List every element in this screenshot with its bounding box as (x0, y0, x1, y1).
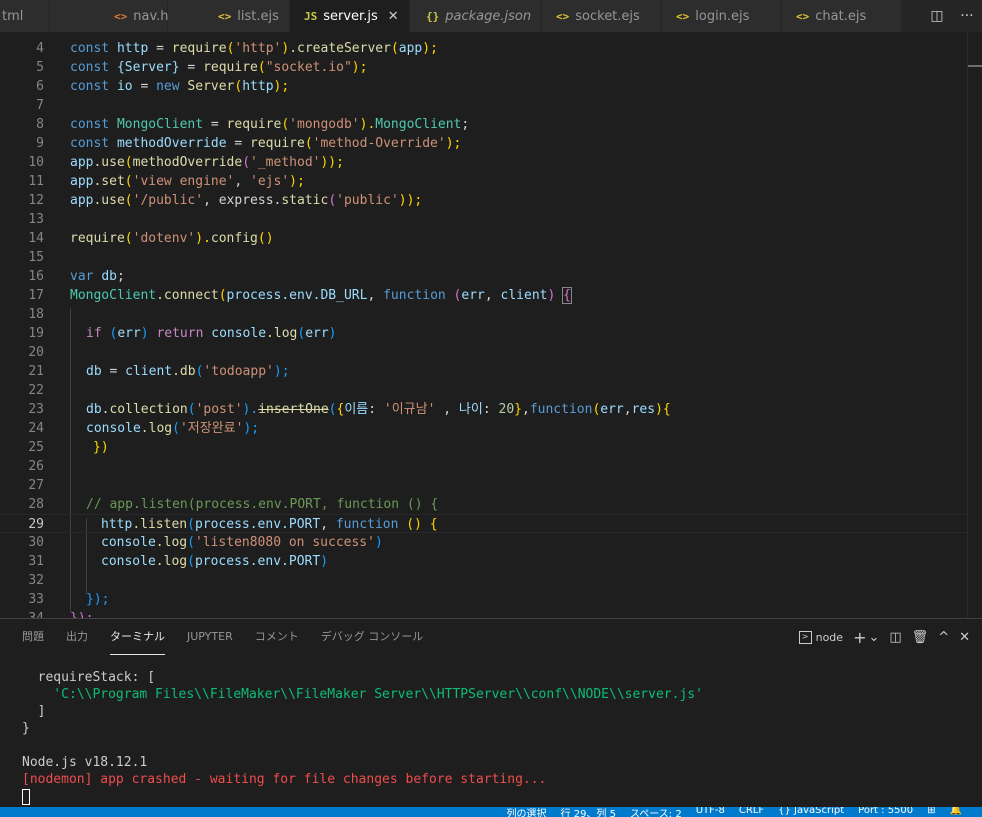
code-line: 8 const MongoClient = require('mongodb').… (36, 117, 470, 132)
tab-nav-html[interactable]: <> nav.html (50, 0, 190, 32)
tab-jupyter[interactable]: JUPYTER (187, 619, 233, 655)
code-editor[interactable]: 4 const http = require('http').createServ… (0, 32, 982, 618)
tab-comments[interactable]: コメント (255, 619, 299, 655)
code-line: 18 (28, 307, 44, 322)
tab-output[interactable]: 出力 (66, 619, 88, 655)
ejs-file-icon: <> (796, 9, 810, 23)
code-line: 30 console.log('listen8080 on success') (28, 535, 383, 550)
code-line: 27 (28, 478, 44, 493)
bottom-panel: 問題 出力 ターミナル JUPYTER コメント デバッグ コンソール > no… (0, 618, 982, 808)
ejs-file-icon: <> (218, 9, 232, 23)
add-terminal-icon[interactable]: + (853, 628, 866, 647)
tab-label: tml (2, 8, 24, 24)
panel-actions: > node + ⌄ ◫ 🗑 ^ ✕ (789, 619, 970, 655)
terminal-line: Node.js v18.12.1 (22, 755, 148, 770)
close-panel-icon[interactable]: ✕ (959, 630, 970, 645)
code-line: 19 if (err) return console.log(err) (28, 326, 337, 341)
code-line: 10 app.use(methodOverride('_method')); (28, 155, 344, 170)
editor-scrollbar[interactable] (967, 32, 982, 618)
tab-chat-ejs[interactable]: <> chat.ejs (782, 0, 902, 32)
code-line: 6 const io = new Server(http); (36, 79, 290, 94)
js-file-icon: JS (304, 9, 318, 23)
code-line: 7 (36, 98, 44, 113)
tab-server-js[interactable]: JS server.js ✕ (290, 0, 410, 32)
tab-label: socket.ejs (575, 8, 640, 24)
tab-debug-console[interactable]: デバッグ コンソール (321, 619, 424, 655)
status-indentation[interactable]: スペース: 2 (630, 807, 682, 817)
status-language[interactable]: {} JavaScript (778, 807, 844, 817)
code-line: 11 app.set('view engine', 'ejs'); (28, 174, 305, 189)
terminal-prompt (22, 788, 703, 805)
code-line: 4 const http = require('http').createServ… (36, 41, 438, 56)
code-line: 32 (28, 573, 44, 588)
code-line-current: 29 http.listen(process.env.PORT, function… (0, 514, 970, 533)
code-line: 33}); (28, 592, 110, 607)
tab-label: package.json (445, 8, 532, 24)
code-line: 26 (28, 459, 44, 474)
maximize-panel-icon[interactable]: ^ (938, 630, 949, 645)
ejs-file-icon: <> (676, 9, 690, 23)
close-icon[interactable]: ✕ (388, 9, 399, 24)
terminal-cursor (22, 788, 30, 805)
chevron-down-icon[interactable]: ⌄ (868, 630, 879, 645)
code-line: 21 db = client.db('todoapp'); (28, 364, 290, 379)
status-live-server-port[interactable]: Port : 5500 (858, 807, 913, 817)
tab-package-json[interactable]: {} package.json (410, 0, 542, 32)
code-line: 5 const {Server} = require("socket.io"); (36, 60, 368, 75)
tab-actions: ◫ ··· (922, 0, 982, 32)
terminal-line: [nodemon] app crashed - waiting for file… (22, 772, 547, 787)
html-file-icon: <> (114, 9, 128, 23)
tab-problems[interactable]: 問題 (22, 619, 44, 655)
tab-socket-ejs[interactable]: <> socket.ejs (542, 0, 662, 32)
feedback-icon[interactable]: ⊞ (927, 807, 935, 817)
split-terminal-icon[interactable]: ◫ (889, 630, 901, 645)
status-eol[interactable]: CRLF (739, 807, 764, 817)
code-line: 24 console.log('저장완료'); (28, 421, 260, 436)
code-line: 9 const methodOverride = require('method-… (36, 136, 462, 151)
terminal-line: 'C:\\Program Files\\FileMaker\\FileMaker… (22, 687, 703, 702)
terminal-line: requireStack: [ (22, 670, 156, 685)
code-line: 17 MongoClient.connect(process.env.DB_URL… (28, 287, 572, 304)
code-line: 28// app.listen(process.env.PORT, functi… (28, 497, 439, 512)
tab-label: chat.ejs (815, 8, 867, 24)
tab-terminal[interactable]: ターミナル (110, 619, 165, 655)
code-line: 20 (28, 345, 44, 360)
status-column-selection[interactable]: 列の選択 (507, 807, 547, 817)
code-line: 23 db.collection('post').insertOne({이름: '… (28, 402, 671, 417)
code-line: 25}) (28, 440, 109, 455)
terminal-line: ] (22, 704, 46, 719)
terminal-select[interactable]: node (816, 631, 843, 644)
bell-icon[interactable]: 🔔 (950, 807, 962, 817)
code-line: 14 require('dotenv').config() (28, 231, 274, 246)
code-line: 13 (28, 212, 44, 227)
trash-icon[interactable]: 🗑 (912, 630, 929, 645)
more-actions-icon[interactable]: ··· (960, 8, 973, 24)
code-line: 16 var db; (28, 269, 125, 284)
tab-html[interactable]: tml (0, 0, 50, 32)
terminal-icon: > (798, 630, 812, 644)
code-line: 15 (28, 250, 44, 265)
terminal-line: } (22, 721, 30, 736)
editor-tab-bar: tml <> nav.html <> list.ejs JS server.js ✕ {… (0, 0, 982, 32)
panel-tabs: 問題 出力 ターミナル JUPYTER コメント デバッグ コンソール (0, 619, 423, 655)
code-line: 12 app.use('/public', express.static('pub… (28, 193, 423, 208)
tab-label: login.ejs (695, 8, 750, 24)
tab-login-ejs[interactable]: <> login.ejs (662, 0, 782, 32)
tab-label: list.ejs (237, 8, 279, 24)
status-encoding[interactable]: UTF-8 (696, 807, 725, 817)
code-line: 34}); (0, 609, 970, 618)
scrollbar-position-marker (968, 65, 982, 67)
code-line: 22 (28, 383, 44, 398)
tab-list-ejs[interactable]: <> list.ejs (168, 0, 290, 32)
ejs-file-icon: <> (556, 9, 570, 23)
split-editor-icon[interactable]: ◫ (930, 8, 943, 24)
status-cursor-position[interactable]: 行 29、列 5 (561, 807, 616, 817)
status-bar: 列の選択 行 29、列 5 スペース: 2 UTF-8 CRLF {} Java… (0, 807, 982, 817)
code-line: 31 console.log(process.env.PORT) (28, 554, 329, 569)
terminal-output[interactable]: requireStack: [ 'C:\\Program Files\\File… (22, 669, 703, 805)
json-file-icon: {} (426, 9, 440, 23)
tab-label: server.js (323, 8, 378, 24)
